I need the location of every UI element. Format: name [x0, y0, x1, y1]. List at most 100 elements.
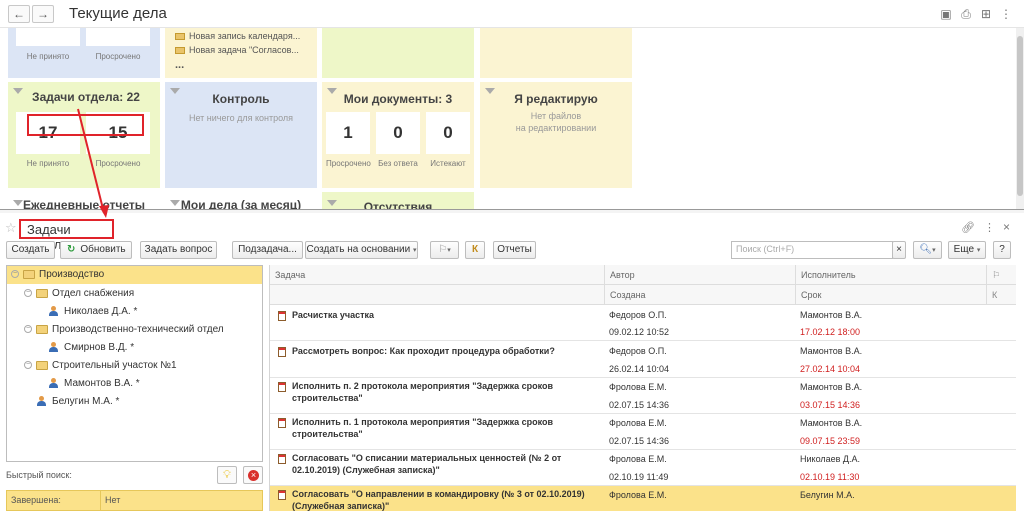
row-separator [270, 413, 1016, 414]
my-docs-label-2: Без ответа [378, 159, 418, 168]
panel-control[interactable]: Контроль Нет ничего для контроля [165, 82, 317, 188]
panel-month[interactable]: Мои дела (за месяц) [165, 192, 317, 210]
flag-button[interactable]: ⚐▾ [430, 241, 459, 259]
forward-button[interactable]: → [32, 5, 54, 23]
top-right-label: Просрочено [95, 52, 141, 61]
table-row-task[interactable]: Исполнить п. 1 протокола мероприятия "За… [270, 416, 604, 440]
create-button[interactable]: Создать [6, 241, 55, 259]
top-left-bubble-2 [86, 28, 150, 46]
row-author: Фролова Е.М. [609, 490, 667, 500]
panel-editing[interactable]: Я редактирую Нет файлов на редактировани… [480, 82, 632, 188]
tree-item-technical[interactable]: − Производственно-технический отдел [7, 321, 224, 339]
table-row-task[interactable]: Согласовать "О списании материальных цен… [270, 452, 604, 476]
more-icon[interactable]: ⋮ [999, 7, 1013, 21]
more-label: Еще [953, 244, 975, 255]
notifications-more[interactable]: ... [175, 59, 184, 71]
save-icon[interactable]: ▣ [939, 7, 953, 21]
filter-row[interactable]: Завершена: Нет [6, 490, 263, 511]
row-due: 03.07.15 14:36 [800, 400, 861, 410]
dashboard-scrollbar[interactable] [1016, 28, 1024, 209]
editing-note-2: на редактировании [515, 123, 597, 133]
row-due: 27.02.14 10:04 [800, 364, 861, 374]
collapse-icon[interactable]: − [24, 325, 32, 334]
search-input[interactable]: Поиск (Ctrl+F) [731, 241, 893, 259]
my-docs-title[interactable]: Мои документы: 3 [322, 92, 474, 106]
folder-icon [36, 360, 48, 370]
panel-daily[interactable]: Ежедневные отчеты [8, 192, 160, 210]
table-row-task[interactable]: Расчистка участка [270, 309, 604, 321]
table-row-task[interactable]: Рассмотреть вопрос: Как проходит процеду… [270, 345, 604, 357]
row-separator [270, 340, 1016, 341]
tree-item-user[interactable]: Николаев Д.А. * [7, 303, 137, 321]
scrollbar-thumb[interactable] [1017, 36, 1023, 196]
collapse-icon[interactable]: − [24, 361, 32, 370]
column-executor[interactable]: Исполнитель [795, 265, 986, 285]
lightbulb-button[interactable]: 💡︎ [217, 466, 237, 484]
panel-my-docs[interactable]: Мои документы: 3 1 0 0 Просрочено Без от… [322, 82, 474, 188]
tree-item-user[interactable]: Мамонтов В.А. * [7, 375, 140, 393]
tree-item-user[interactable]: Смирнов В.Д. * [7, 339, 134, 357]
k-button[interactable]: К [465, 241, 485, 259]
envelope-icon [175, 47, 185, 55]
back-button[interactable]: ← [8, 5, 30, 23]
splitter[interactable] [0, 209, 1024, 213]
table-row-task[interactable]: Согласовать "О направлении в командировк… [270, 488, 604, 512]
user-icon [37, 396, 46, 407]
ask-question-button[interactable]: Задать вопрос [140, 241, 217, 259]
column-flag[interactable]: ⚐ [986, 265, 1016, 285]
notification-item[interactable]: Новая запись календаря... [175, 31, 300, 41]
reports-button[interactable]: Отчеты [493, 241, 536, 259]
dept-tasks-title[interactable]: Задачи отдела: 22 [30, 90, 142, 104]
column-created[interactable]: Создана [604, 285, 795, 305]
notification-item[interactable]: Новая задача "Согласов... [175, 45, 299, 55]
star-icon[interactable]: ☆ [5, 220, 17, 236]
collapse-icon[interactable]: − [24, 289, 32, 298]
row-created: 02.07.15 14:36 [609, 400, 670, 410]
subtask-button[interactable]: Подзадача... [232, 241, 303, 259]
tree-item-construction[interactable]: − Строительный участок №1 [7, 357, 177, 375]
close-icon[interactable]: × [1003, 220, 1010, 234]
envelope-icon [175, 33, 185, 41]
my-docs-label-1: Просрочено [326, 159, 371, 168]
collapse-icon[interactable]: − [11, 270, 19, 279]
tree-item-user[interactable]: Белугин М.А. * [7, 393, 119, 411]
tree-item-production[interactable]: − Производство [7, 266, 262, 284]
row-created: 26.02.14 10:04 [609, 364, 670, 374]
search-button[interactable]: 🔍︎▾ [913, 241, 942, 259]
clear-filter-button[interactable]: × [243, 466, 263, 484]
more-button[interactable]: Еще ▾ [948, 241, 986, 259]
tree-item-supply[interactable]: − Отдел снабжения [7, 285, 134, 303]
create-based-on-button[interactable]: Создать на основании ▾ [305, 241, 418, 259]
column-author[interactable]: Автор [604, 265, 795, 285]
dept-tasks-left-label: Не принято [26, 159, 70, 168]
more-icon[interactable]: ⋮ [984, 221, 995, 234]
dropdown-icon: ▾ [976, 247, 981, 254]
panel-top-yellow [480, 28, 632, 78]
column-k[interactable]: К [986, 285, 1016, 305]
attach-icon[interactable]: ⊞ [979, 7, 993, 21]
editing-title[interactable]: Я редактирую [480, 92, 632, 106]
user-icon [49, 378, 58, 389]
print-icon[interactable]: ⎙ [959, 7, 973, 21]
control-title[interactable]: Контроль [165, 92, 317, 106]
my-docs-overdue-count[interactable]: 1 [326, 112, 370, 154]
my-docs-no-answer-count[interactable]: 0 [376, 112, 420, 154]
refresh-button[interactable]: ↻ Обновить [60, 241, 132, 259]
title-bar: ← → Текущие дела ▣ ⎙ ⊞ ⋮ [0, 0, 1024, 28]
row-due: 17.02.12 18:00 [800, 327, 861, 337]
help-button[interactable]: ? [993, 241, 1011, 259]
column-task[interactable]: Задача [270, 265, 604, 285]
department-tree: − Производство − Отдел снабжения Николаев … [6, 265, 263, 462]
column-due[interactable]: Срок [795, 285, 986, 305]
clear-search-button[interactable]: × [892, 241, 906, 259]
collapse-triangle-icon[interactable] [13, 88, 23, 94]
my-docs-expiring-count[interactable]: 0 [426, 112, 470, 154]
panel-absences[interactable]: Отсутствия [322, 192, 474, 210]
my-docs-label-3: Истекают [430, 159, 466, 168]
quick-search-label: Быстрый поиск: [6, 470, 72, 480]
link-icon[interactable]: 🔗︎ [961, 221, 975, 234]
table-row-task[interactable]: Исполнить п. 2 протокола мероприятия "За… [270, 380, 604, 404]
row-due: 02.10.19 11:30 [800, 472, 860, 482]
row-created: 09.02.12 10:52 [609, 327, 670, 337]
dropdown-icon: ▾ [413, 247, 417, 254]
